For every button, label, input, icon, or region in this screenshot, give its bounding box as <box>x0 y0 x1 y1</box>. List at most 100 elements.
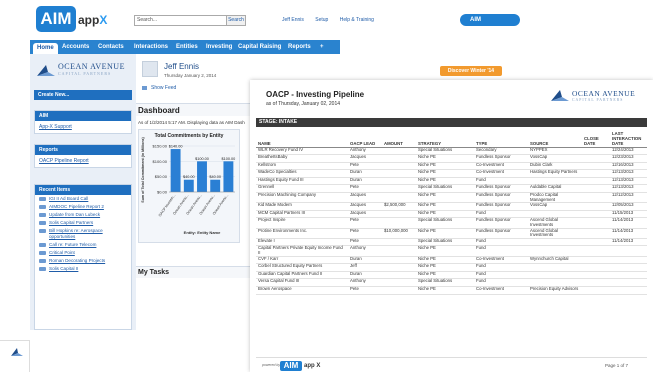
row-lead: Jacques <box>348 192 382 204</box>
row-amount <box>382 177 416 186</box>
stage-header: STAGE: INTAKE <box>256 118 647 127</box>
row-close-date <box>582 210 610 219</box>
sail-logo-icon <box>37 65 55 76</box>
row-amount <box>382 256 416 265</box>
reports-section-header: Reports <box>35 145 131 155</box>
recent-item[interactable]: Solis Capital Partners <box>35 219 131 227</box>
footer-aim-logo: AIM <box>280 361 302 371</box>
pipeline-table: NAME OACP LEAD AMOUNT STRATEGY TYPE SOUR… <box>256 129 647 295</box>
row-close-date <box>582 177 610 186</box>
sail-logo-icon <box>551 90 569 101</box>
recent-item[interactable]: Roman Decorating Projects <box>35 257 131 265</box>
recent-item[interactable]: Update from Dan Lubeck <box>35 211 131 219</box>
table-row: WadeCo Specialties Duran Niche PE Co-Invest… <box>256 170 647 178</box>
row-amount: $2,500,000 <box>382 203 416 211</box>
tab-accounts[interactable]: Accounts <box>58 42 93 53</box>
row-last-interaction: 11/14/2013 <box>610 228 647 239</box>
tab-reports[interactable]: Reports <box>284 42 315 53</box>
row-amount <box>382 169 416 178</box>
recent-items-section: Recent Items IGI II Ad Board Call AIMDOC… <box>34 184 132 330</box>
bar <box>210 179 221 192</box>
report-brand-name: OCEAN AVENUE <box>572 89 636 98</box>
row-amount <box>382 217 416 229</box>
recent-item[interactable]: Call re: Future Telecom <box>35 241 131 249</box>
recent-item[interactable]: Critical Point <box>35 249 131 257</box>
row-lead: Pete <box>348 286 382 295</box>
footer-app-x-logo: app X <box>304 363 321 369</box>
table-row: Protine Environments Inc. Pete $10,000,000… <box>256 228 647 239</box>
row-close-date <box>582 202 610 211</box>
tab-interactions[interactable]: Interactions <box>130 42 172 53</box>
tab-contacts[interactable]: Contacts <box>94 42 128 53</box>
app-switcher[interactable]: AIM <box>460 14 520 26</box>
brand-logo: OCEAN AVENUE CAPITAL PARTNERS <box>36 62 136 90</box>
brand-subtitle: CAPITAL PARTNERS <box>58 71 112 76</box>
setup-link[interactable]: Setup <box>315 17 328 23</box>
column-header[interactable]: TYPE <box>474 129 528 148</box>
recent-item[interactable]: AIMDOC Pipeline Report 2 <box>35 203 131 211</box>
row-close-date <box>582 162 610 171</box>
help-link[interactable]: Help & Training <box>340 17 374 23</box>
row-close-date <box>582 192 610 204</box>
record-icon <box>39 229 46 233</box>
commitments-chart-card[interactable]: Total Commitments by Entity Sum of Total… <box>138 129 240 243</box>
user-name-menu[interactable]: Jeff Ennis <box>282 17 304 23</box>
top-header: AIM appX Search... Search Jeff Ennis Set… <box>30 0 374 40</box>
row-close-date <box>582 245 610 257</box>
profile-name[interactable]: Jeff Ennis <box>164 62 199 71</box>
aim-logo[interactable]: AIM <box>36 6 76 32</box>
column-header[interactable]: LAST INTERACTION DATE <box>610 129 647 148</box>
column-header[interactable]: STRATEGY <box>416 129 474 148</box>
row-close-date <box>582 271 610 280</box>
commitments-bar-chart: Sum of Total Commitment (in Millions) $15… <box>141 136 235 235</box>
pipeline-table-body: WLR Recovery Fund IV Anthony Special Situa… <box>256 147 647 295</box>
column-header[interactable]: CLOSE DATE <box>582 129 610 148</box>
recent-item[interactable]: Solis Capital II <box>35 265 131 273</box>
column-header[interactable]: AMOUNT <box>382 129 416 148</box>
show-feed-link[interactable]: Show Feed <box>142 85 176 91</box>
page-number: Page 1 of 7 <box>605 363 629 368</box>
row-last-interaction <box>610 263 647 272</box>
pipeline-report-link[interactable]: OACP Pipeline Report <box>35 155 131 167</box>
recent-item[interactable]: Bill Hopkins re: Aerospace opportunities <box>35 227 131 241</box>
row-amount <box>382 147 416 156</box>
avatar[interactable] <box>142 61 158 77</box>
recent-item[interactable]: IGI II Ad Board Call <box>35 195 131 203</box>
row-last-interaction: 11/14/2013 <box>610 218 647 229</box>
main-nav: Home Accounts Contacts Interactions Enti… <box>30 40 340 54</box>
y-tick-label: $0.00 <box>157 190 168 195</box>
row-lead: Pete <box>348 218 382 229</box>
user-menu: Jeff Ennis Setup Help & Training <box>282 17 384 23</box>
table-row: Kellstrom Pete Niche PE Co-Investment Dubin … <box>256 162 647 171</box>
create-new-button[interactable]: Create New... <box>34 90 132 100</box>
row-strategy: Special Situations <box>416 218 474 229</box>
column-header[interactable]: OACP LEAD <box>348 129 382 148</box>
row-amount <box>382 162 416 171</box>
tab-investing[interactable]: Investing <box>202 42 236 53</box>
tab-capital-raising[interactable]: Capital Raising <box>234 42 285 53</box>
aim-section: AIM App-X Support <box>34 110 132 134</box>
recent-item-label: IGI II Ad Board Call <box>49 196 89 201</box>
dashboard-as-of: As of 1/2/2014 5:17 AM. Displaying data … <box>138 120 245 125</box>
row-source: Hastings Equity Partners <box>528 170 582 178</box>
row-type: Fundless Sponsor <box>474 192 528 204</box>
recent-item-label: Roman Decorating Projects <box>49 258 106 263</box>
column-header[interactable]: NAME <box>256 129 348 148</box>
app-x-logo-text: app <box>78 13 100 27</box>
row-close-date <box>582 238 610 247</box>
tab-entities[interactable]: Entities <box>172 42 202 53</box>
column-header[interactable]: SOURCE <box>528 129 582 148</box>
tab-add[interactable]: + <box>316 42 328 53</box>
tab-home[interactable]: Home <box>33 43 58 54</box>
row-source: Prodco Capital Management <box>528 192 582 204</box>
row-amount <box>382 271 416 280</box>
row-source <box>528 238 582 247</box>
bar-data-label: $140.00 <box>169 145 183 149</box>
row-lead: Pete <box>348 228 382 239</box>
table-row: Versa Capital Fund III Anthony Special Sit… <box>256 279 647 287</box>
app-support-link[interactable]: App-X Support <box>35 121 131 133</box>
reports-section: Reports OACP Pipeline Report <box>34 144 132 168</box>
discover-winter-button[interactable]: Discover Winter '14 <box>440 66 502 76</box>
search-button[interactable]: Search <box>226 15 246 26</box>
brand-name: OCEAN AVENUE <box>58 62 125 71</box>
